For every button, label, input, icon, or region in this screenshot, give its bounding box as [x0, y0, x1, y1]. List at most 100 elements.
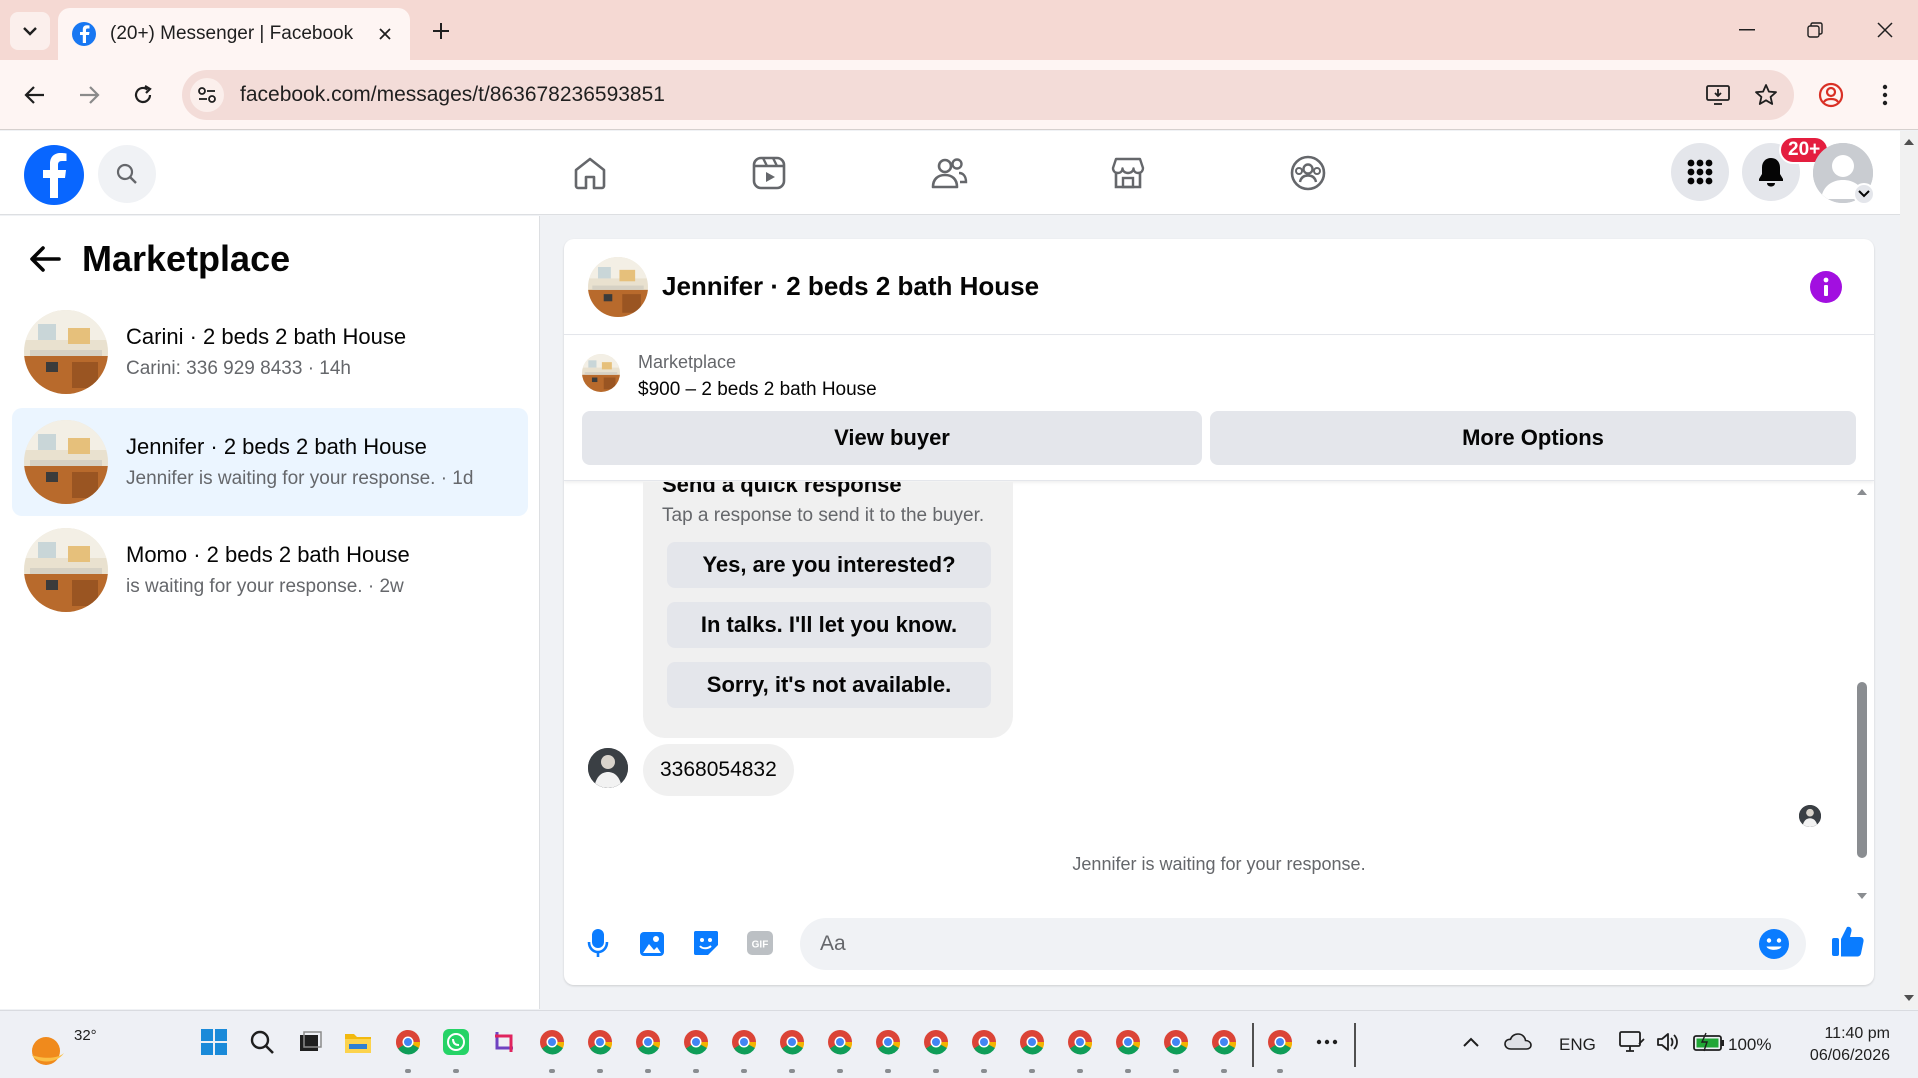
chrome-menu-icon[interactable] [1866, 76, 1904, 114]
conversation-item[interactable]: Momo · 2 beds 2 bath House is waiting fo… [12, 516, 528, 624]
facebook-search-button[interactable] [98, 145, 156, 203]
facebook-favicon-icon [72, 22, 96, 46]
conversation-name: Momo · 2 beds 2 bath House [126, 542, 410, 567]
windows-taskbar: 32° ENG 100% 11:40 pm 06/06/2026 [0, 1010, 1918, 1078]
minimize-button[interactable] [1724, 12, 1770, 48]
address-bar[interactable]: facebook.com/messages/t/863678236593851 [182, 70, 1794, 120]
conversation-item-active[interactable]: Jennifer · 2 beds 2 bath House Jennifer … [12, 408, 528, 516]
like-thumbs-up-icon[interactable] [1826, 919, 1870, 963]
chrome-window-icon[interactable] [583, 1025, 617, 1059]
microphone-icon[interactable] [578, 923, 618, 963]
windows-start-icon[interactable] [197, 1025, 231, 1059]
back-button[interactable] [16, 76, 54, 114]
back-arrow-icon[interactable] [22, 236, 68, 282]
chevron-up-icon[interactable] [1454, 1025, 1488, 1059]
restore-button[interactable] [1792, 12, 1838, 48]
nav-home[interactable] [550, 141, 630, 205]
sticker-icon[interactable] [686, 923, 726, 963]
chat-panel: Jennifer · 2 beds 2 bath House Marketpla… [564, 239, 1874, 985]
chat-listing-avatar[interactable] [588, 256, 648, 317]
menu-button[interactable] [1671, 143, 1729, 201]
browser-tab[interactable]: (20+) Messenger | Facebook [58, 8, 410, 60]
weather-widget[interactable]: 32° [28, 1019, 97, 1071]
chrome-window-icon[interactable] [1063, 1025, 1097, 1059]
reload-button[interactable] [124, 76, 162, 114]
bell-icon [1759, 158, 1783, 187]
language-indicator[interactable]: ENG [1559, 1035, 1596, 1055]
chevron-down-icon [23, 27, 37, 36]
chrome-window-icon[interactable] [1207, 1025, 1241, 1059]
facebook-header: 20+ [0, 131, 1900, 215]
nav-marketplace[interactable] [1088, 141, 1168, 205]
message-input[interactable]: Aa [800, 918, 1806, 970]
snipping-tool-icon[interactable] [488, 1025, 522, 1059]
site-info-icon[interactable] [190, 78, 224, 112]
search-icon [116, 163, 137, 184]
chrome-icon[interactable] [391, 1025, 425, 1059]
nav-friends[interactable] [909, 141, 989, 205]
chat-title[interactable]: Jennifer · 2 beds 2 bath House [662, 271, 1039, 302]
gif-icon[interactable]: GIF [740, 923, 780, 963]
battery-charging-icon[interactable] [1692, 1025, 1726, 1059]
volume-icon[interactable] [1651, 1025, 1685, 1059]
account-chevron-icon[interactable] [1853, 183, 1875, 205]
conversation-preview: Jennifer is waiting for your response. ·… [126, 468, 474, 489]
emoji-icon[interactable] [1758, 928, 1790, 960]
chrome-window-icon[interactable] [823, 1025, 857, 1059]
svg-text:GIF: GIF [752, 940, 769, 951]
info-icon[interactable] [1810, 271, 1842, 303]
message-bubble[interactable]: 3368054832 [643, 744, 794, 796]
conversation-item[interactable]: Carini · 2 beds 2 bath House Carini: 336… [12, 298, 528, 406]
page-scrollbar[interactable] [1900, 131, 1918, 1009]
install-app-icon[interactable] [1698, 75, 1738, 115]
conversation-preview: is waiting for your response. · 2w [126, 576, 404, 597]
panel-title: Marketplace [82, 238, 291, 279]
task-view-icon[interactable] [293, 1025, 327, 1059]
chrome-window-icon[interactable] [871, 1025, 905, 1059]
quick-response-option[interactable]: Sorry, it's not available. [667, 662, 991, 708]
nav-groups[interactable] [1268, 141, 1348, 205]
chat-scrollbar-thumb[interactable] [1857, 682, 1867, 858]
search-icon[interactable] [245, 1025, 279, 1059]
close-window-button[interactable] [1862, 12, 1908, 48]
photo-icon[interactable] [632, 923, 672, 963]
chrome-window-icon[interactable] [775, 1025, 809, 1059]
chrome-window-icon[interactable] [1159, 1025, 1193, 1059]
quick-response-option[interactable]: In talks. I'll let you know. [667, 602, 991, 648]
file-explorer-icon[interactable] [341, 1025, 375, 1059]
quick-response-option[interactable]: Yes, are you interested? [667, 542, 991, 588]
chat-header: Jennifer · 2 beds 2 bath House [564, 239, 1874, 335]
chrome-window-icon[interactable] [967, 1025, 1001, 1059]
listing-thumbnail [582, 354, 620, 392]
more-options-button[interactable]: More Options [1210, 411, 1856, 465]
bookmark-star-icon[interactable] [1746, 75, 1786, 115]
chrome-window-icon[interactable] [919, 1025, 953, 1059]
tab-search-button[interactable] [10, 12, 50, 50]
chrome-window-icon[interactable] [727, 1025, 761, 1059]
chat-scrollbar[interactable] [1854, 482, 1870, 902]
chrome-window-icon[interactable] [631, 1025, 665, 1059]
forward-button[interactable] [70, 76, 108, 114]
chrome-window-icon[interactable] [535, 1025, 569, 1059]
more-apps-icon[interactable] [1310, 1025, 1344, 1059]
grid-menu-icon [1687, 159, 1713, 185]
chrome-window-icon[interactable] [1263, 1025, 1297, 1059]
network-icon[interactable] [1615, 1025, 1649, 1059]
nav-video[interactable] [729, 141, 809, 205]
sender-avatar[interactable] [588, 748, 628, 788]
onedrive-cloud-icon[interactable] [1501, 1025, 1535, 1059]
quick-response-subtitle: Tap a response to send it to the buyer. [662, 505, 985, 526]
listing-price-title[interactable]: $900 – 2 beds 2 bath House [638, 379, 877, 401]
tab-close-icon[interactable] [374, 23, 396, 45]
chrome-window-icon[interactable] [679, 1025, 713, 1059]
chrome-window-icon[interactable] [1015, 1025, 1049, 1059]
view-buyer-button[interactable]: View buyer [582, 411, 1202, 465]
new-tab-button[interactable] [424, 14, 458, 48]
browser-toolbar: facebook.com/messages/t/863678236593851 [0, 60, 1918, 130]
chrome-window-icon[interactable] [1111, 1025, 1145, 1059]
friends-icon [931, 158, 968, 189]
chrome-profile-icon[interactable] [1812, 76, 1850, 114]
facebook-logo-icon[interactable] [24, 145, 84, 205]
taskbar-clock[interactable]: 11:40 pm 06/06/2026 [1790, 1023, 1890, 1067]
whatsapp-icon[interactable] [439, 1025, 473, 1059]
